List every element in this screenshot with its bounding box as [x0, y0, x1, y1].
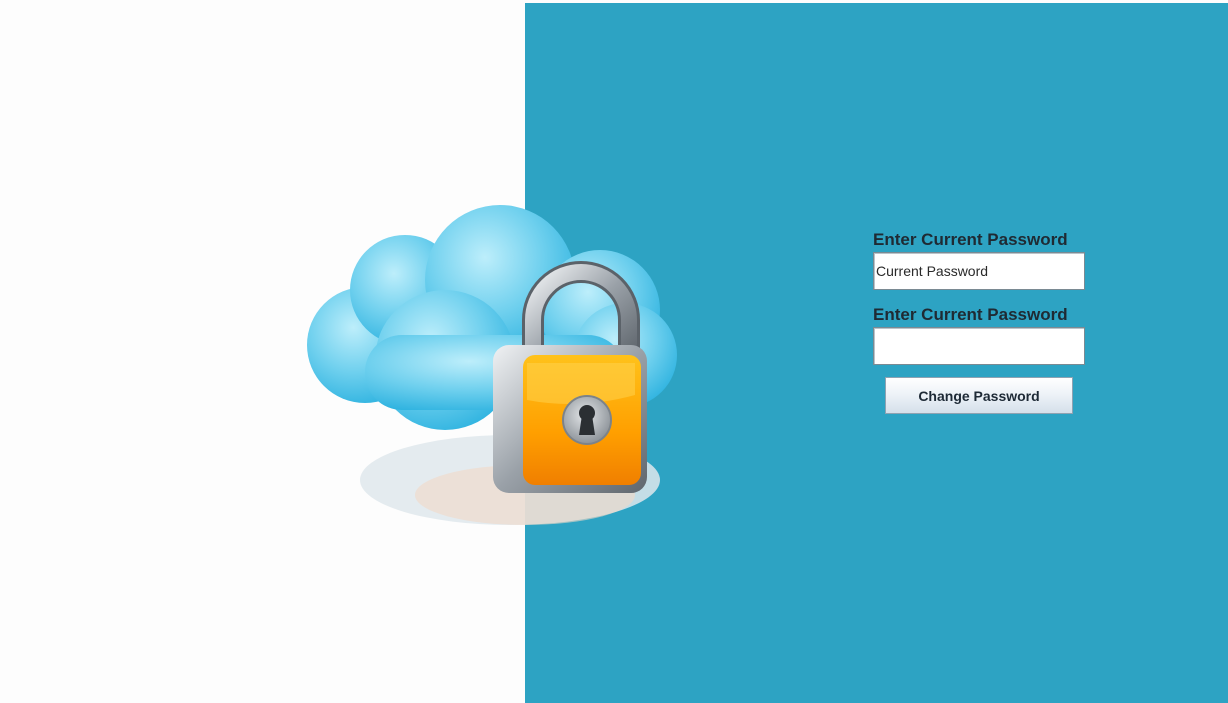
current-password-label: Enter Current Password	[873, 230, 1068, 249]
second-password-label: Enter Current Password	[873, 305, 1068, 324]
change-password-form: Enter Current Password Enter Current Pas…	[873, 229, 1085, 414]
change-password-window: Enter Current Password Enter Current Pas…	[0, 0, 1228, 703]
second-password-input[interactable]	[873, 327, 1085, 365]
cloud-padlock-icon	[307, 205, 677, 525]
change-password-button[interactable]: Change Password	[885, 377, 1073, 414]
current-password-input[interactable]	[873, 252, 1085, 290]
